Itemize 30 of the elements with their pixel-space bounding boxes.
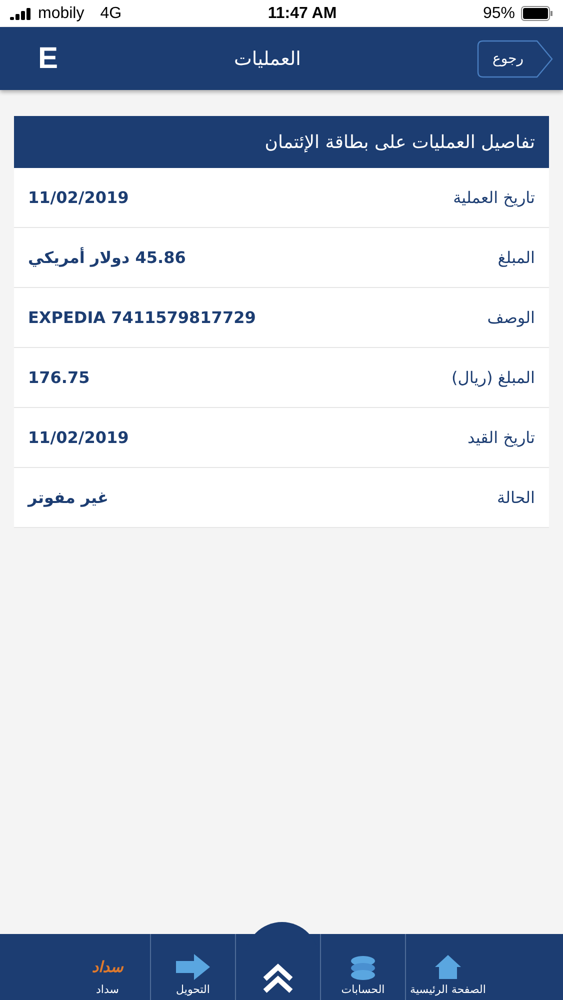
page-title: العمليات — [234, 48, 301, 70]
carrier: mobily — [38, 4, 84, 22]
field-label: الوصف — [487, 308, 535, 327]
field-value: 11/02/2019 — [28, 428, 129, 447]
clock: 11:47 AM — [268, 4, 337, 22]
arrow-icon — [174, 952, 212, 982]
field-label: تاريخ العملية — [453, 188, 535, 207]
field-label: تاريخ القيد — [467, 428, 535, 447]
card-title: تفاصيل العمليات على بطاقة الإئتمان — [14, 116, 549, 168]
nav-tab[interactable]: الحسابات — [320, 934, 405, 1000]
signal-icon — [10, 8, 32, 20]
chevrons-up-icon — [261, 963, 295, 995]
battery-percent: 95% — [482, 4, 515, 22]
network-type: 4G — [100, 4, 122, 22]
battery-icon — [520, 6, 553, 21]
home-icon — [433, 952, 463, 981]
field-value: EXPEDIA 7411579817729 — [28, 308, 256, 327]
field-label: المبلغ (ريال) — [452, 368, 535, 387]
field-value: 11/02/2019 — [28, 188, 129, 207]
field-value: 176.75 — [28, 368, 90, 387]
field-label: المبلغ — [498, 248, 535, 267]
back-button[interactable]: رجوع — [477, 40, 553, 78]
logo: E — [38, 42, 58, 76]
nav-tab[interactable]: التحويل — [150, 934, 235, 1000]
nav-tab[interactable]: سداد سداد — [65, 934, 150, 1000]
nav-tab[interactable]: الصفحة الرئيسية — [405, 934, 490, 1000]
field-value: غير مفوتر — [28, 488, 108, 507]
sadad-logo: سداد — [92, 958, 124, 976]
field-label: الحالة — [497, 488, 535, 507]
field-value: 45.86 دولار أمريكي — [28, 248, 186, 267]
